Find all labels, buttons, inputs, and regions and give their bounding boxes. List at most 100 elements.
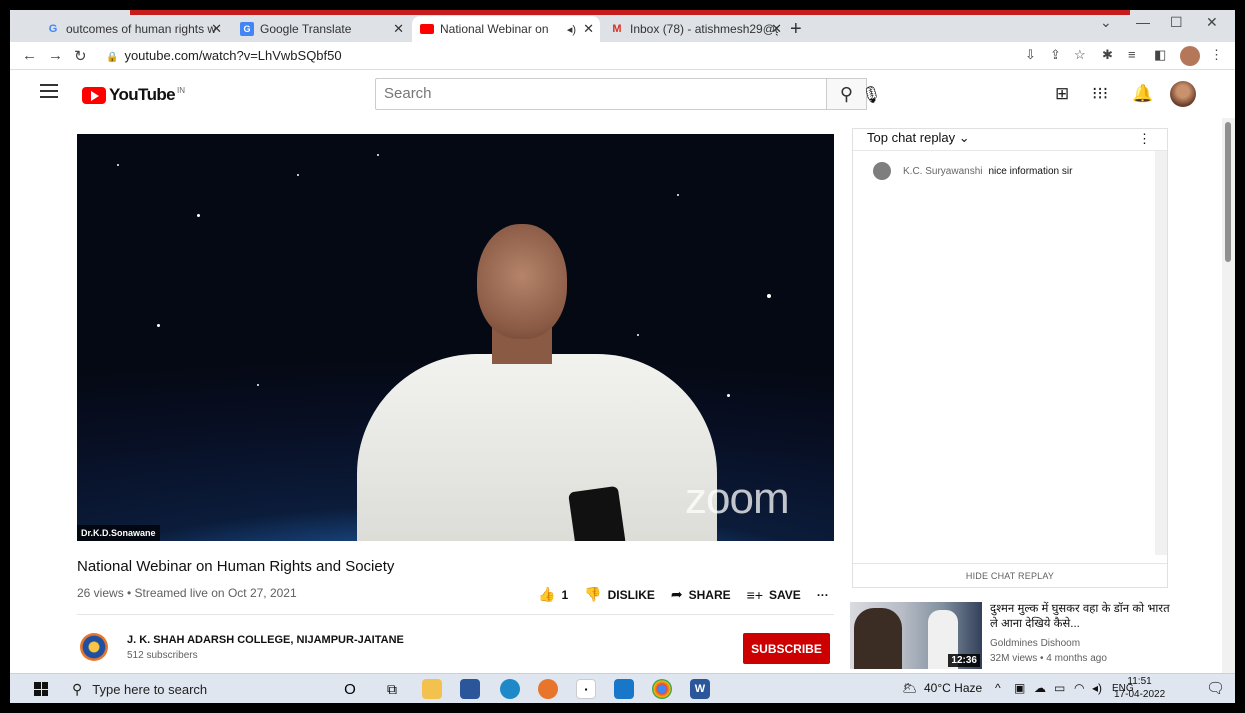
close-icon[interactable]: ✕ [583,21,594,37]
save-button[interactable]: ≡+ SAVE [747,587,801,603]
close-window-button[interactable]: ✕ [1206,14,1218,31]
account-avatar[interactable] [1170,81,1196,107]
recommended-video-thumbnail[interactable]: 12:36 [850,602,982,669]
recommended-video-title[interactable]: दुश्मन मुल्क में घुसकर वहा के डॉन को भार… [990,602,1170,632]
word-icon[interactable]: W [690,679,710,699]
tab-youtube-webinar[interactable]: National Webinar on Human ◂) ✕ [412,16,600,42]
cortana-icon[interactable]: O [340,679,360,699]
close-icon[interactable]: ✕ [393,21,404,37]
star [377,154,379,156]
volume-icon[interactable]: ◂) [1092,681,1102,695]
tray-app-icon[interactable]: ▣ [1014,681,1025,695]
youtube-logo[interactable]: YouTube IN [82,85,185,105]
reading-list-icon[interactable]: ≡ [1128,47,1136,62]
speaker-shirt [357,354,717,541]
extensions-icon[interactable]: ✱ [1102,47,1113,63]
cloud-icon[interactable]: ☁ [1034,681,1046,695]
weather-text[interactable]: 40°C Haze [924,681,982,695]
notifications-bell-icon[interactable]: 🔔 [1132,84,1153,104]
video-player[interactable]: zoom Dr.K.D.Sonawane [77,134,834,541]
tab-gmail-inbox[interactable]: M Inbox (78) - atishmesh29@gmail ✕ [602,16,788,42]
apps-grid-icon[interactable]: ⁝⁝⁝ [1092,84,1108,104]
clock-time: 11:51 [1127,676,1152,687]
wifi-icon[interactable]: ◠ [1074,681,1084,695]
tab-google-translate[interactable]: G Google Translate ✕ [232,16,410,42]
speaker-figure [357,224,717,541]
share-page-icon[interactable]: ⇪ [1050,47,1061,63]
file-explorer-icon[interactable] [422,679,442,699]
star [297,174,299,176]
tab-google-search[interactable]: G outcomes of human rights webi ✕ [38,16,228,42]
windows-start-icon[interactable] [34,682,48,696]
star [677,194,679,196]
recommended-views: 32M views • 4 months ago [990,653,1107,664]
back-arrow-icon[interactable]: ← [22,47,37,64]
speaker-name-label: Dr.K.D.Sonawane [77,525,160,541]
mail-icon[interactable] [614,679,634,699]
like-button[interactable]: 👍 1 [538,586,568,603]
speaker-head [477,224,567,339]
hamburger-menu-icon[interactable] [40,84,58,102]
phone-in-pocket [568,485,626,541]
youtube-logo-text: YouTube [109,85,176,104]
profile-avatar[interactable] [1180,46,1200,66]
close-icon[interactable]: ✕ [211,21,222,37]
forward-arrow-icon[interactable]: → [48,47,63,64]
firefox-icon[interactable] [538,679,558,699]
save-label: SAVE [769,587,801,602]
task-view-icon[interactable]: ⧉ [382,679,402,699]
battery-icon[interactable]: ▭ [1054,681,1065,695]
speaker-icon[interactable]: ◂) [567,23,576,36]
maximize-button[interactable]: ☐ [1170,14,1183,31]
url-field[interactable]: 🔒 youtube.com/watch?v=LhVwbSQbf50 [106,45,342,67]
thumbs-down-icon: 👎 [584,586,602,602]
channel-avatar[interactable] [80,633,108,661]
close-icon[interactable]: ✕ [771,21,782,37]
reload-icon[interactable]: ↻ [74,47,87,65]
page-scrollbar-thumb[interactable] [1225,122,1231,262]
minimize-button[interactable]: — [1136,14,1150,30]
dislike-label: DISLIKE [607,587,655,602]
zoom-watermark: zoom [685,474,790,523]
tray-chevron-icon[interactable]: ^ [995,681,1001,695]
share-arrow-icon: ➦ [670,586,683,602]
app-icon[interactable]: ▪ [576,679,596,699]
recommended-channel[interactable]: Goldmines Dishoom [990,638,1080,649]
tab-search-icon[interactable]: ⌄ [1100,14,1112,31]
browser-menu-icon[interactable]: ⋮ [1210,47,1223,63]
side-panel-icon[interactable]: ◧ [1154,47,1166,63]
region-code: IN [177,85,185,95]
divider [77,614,834,615]
youtube-icon [420,22,434,36]
hide-chat-replay-button[interactable]: HIDE CHAT REPLAY [853,563,1167,587]
tab-label: outcomes of human rights webi [66,22,216,36]
chat-header[interactable]: Top chat replay ⌄ ⋮ [853,129,1167,151]
taskbar-clock[interactable]: 11:51 17-04-2022 [1114,675,1165,701]
taskbar-search-placeholder: Type here to search [92,681,208,697]
chat-more-icon[interactable]: ⋮ [1138,131,1151,147]
search-icon: ⚲ [72,680,83,697]
microphone-icon[interactable]: 🎙 [861,85,881,105]
search-input[interactable]: Search [375,78,827,110]
notification-center-icon[interactable]: 🗨 [1206,679,1225,697]
clock-date: 17-04-2022 [1114,689,1166,700]
edge-icon[interactable] [500,679,520,699]
share-label: SHARE [688,587,731,602]
channel-name[interactable]: J. K. SHAH ADARSH COLLEGE, NIJAMPUR-JAIT… [127,634,404,646]
chrome-icon[interactable] [652,679,672,699]
lock-icon: 🔒 [106,52,119,63]
taskbar-search[interactable]: ⚲ Type here to search [66,676,328,702]
youtube-masthead: YouTube IN Search ⚲ 🎙 ⊞ ⁝⁝⁝ 🔔 [10,70,1235,118]
share-button[interactable]: ➦ SHARE [671,586,731,603]
store-icon[interactable] [460,679,480,699]
bookmark-star-icon[interactable]: ☆ [1074,47,1086,63]
new-tab-button[interactable]: + [790,18,802,41]
subscribe-button[interactable]: SUBSCRIBE [743,633,830,664]
chat-scrollbar[interactable] [1155,151,1167,555]
create-video-icon[interactable]: ⊞ [1055,84,1069,104]
more-actions-button[interactable]: ··· [817,588,829,602]
install-icon[interactable]: ⇩ [1025,47,1036,63]
gmail-icon: M [612,23,622,35]
chat-message: K.C. Suryawanshi nice information sir [873,162,1072,180]
dislike-button[interactable]: 👎 DISLIKE [584,586,655,603]
